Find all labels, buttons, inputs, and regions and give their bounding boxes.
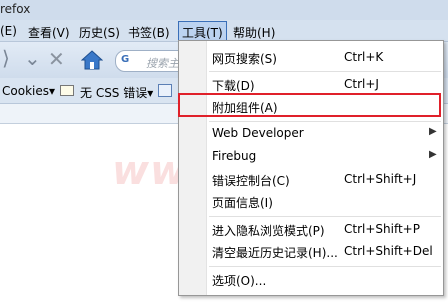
menu-bookmarks[interactable]: 书签(B) (128, 24, 170, 41)
menu-item-label: Web Developer (212, 126, 304, 140)
search-engine-icon[interactable]: G (121, 54, 129, 65)
css-label: 无 CSS (80, 86, 120, 100)
menu-bar: (E) 查看(V) 历史(S) 书签(B) 工具(T) 帮助(H) (0, 20, 448, 42)
stop-icon[interactable]: ✕ (48, 47, 65, 71)
menu-help[interactable]: 帮助(H) (233, 24, 275, 41)
menu-item-shortcut: Ctrl+Shift+J (344, 172, 417, 186)
menu-item-error-console[interactable]: 错误控制台(C) Ctrl+Shift+J (179, 169, 443, 191)
menu-item-label: 网页搜索(S) (212, 52, 277, 66)
menu-item-private-browsing[interactable]: 进入隐私浏览模式(P) Ctrl+Shift+P (179, 219, 443, 241)
css-menu[interactable]: 无 CSS 错误▾ (80, 84, 153, 101)
menu-separator (209, 216, 441, 217)
addons-highlight-box (178, 93, 441, 117)
menu-item-shortcut: Ctrl+Shift+P (344, 222, 420, 236)
dropdown-arrow-icon[interactable]: ⌄ (24, 46, 41, 70)
menu-item-clear-history[interactable]: 清空最近历史记录(H)... Ctrl+Shift+Del (179, 241, 443, 263)
menu-item-label: 清空最近历史记录(H)... (212, 246, 338, 260)
menu-separator (209, 121, 441, 122)
menu-separator (209, 71, 441, 72)
menu-separator (209, 266, 441, 267)
tools-dropdown-menu: 网页搜索(S) Ctrl+K 下载(D) Ctrl+J 附加组件(A) Web … (178, 40, 444, 296)
menu-item-firebug[interactable]: Firebug ▶ (179, 146, 443, 168)
menu-view[interactable]: 查看(V) (28, 24, 70, 41)
menu-tools[interactable]: 工具(T) (178, 21, 227, 41)
menu-item-shortcut: Ctrl+K (344, 50, 384, 64)
menu-item-shortcut: Ctrl+J (344, 77, 379, 91)
menu-item-shortcut: Ctrl+Shift+Del (344, 244, 433, 258)
window-title: refox (0, 2, 31, 16)
menu-item-label: 错误控制台(C) (212, 174, 290, 188)
menu-item-options[interactable]: 选项(O)... (179, 269, 443, 291)
menu-item-label: 进入隐私浏览模式(P) (212, 224, 325, 238)
menu-edit[interactable]: (E) (0, 24, 17, 38)
menu-item-label: 选项(O)... (212, 274, 267, 288)
css-icon (60, 85, 74, 96)
submenu-arrow-icon: ▶ (429, 149, 437, 160)
menu-item-label: 页面信息(I) (212, 196, 273, 210)
errors-label: 错误 (123, 86, 148, 100)
title-bar: refox (0, 0, 448, 20)
forward-arrow-icon[interactable]: ⟩ (2, 46, 10, 70)
menu-item-web-search[interactable]: 网页搜索(S) Ctrl+K (179, 47, 443, 69)
menu-item-label: Firebug (212, 149, 257, 163)
menu-history[interactable]: 历史(S) (79, 24, 120, 41)
home-icon[interactable] (81, 50, 103, 70)
forms-icon[interactable] (158, 84, 172, 97)
cookies-menu[interactable]: Cookies▾ (2, 84, 55, 98)
menu-item-web-developer[interactable]: Web Developer ▶ (179, 123, 443, 145)
submenu-arrow-icon: ▶ (429, 126, 437, 137)
menu-item-page-info[interactable]: 页面信息(I) (179, 191, 443, 213)
cookies-label: Cookies (2, 84, 49, 98)
search-placeholder: 搜索主 (146, 57, 179, 70)
menu-item-label: 下载(D) (212, 79, 255, 93)
